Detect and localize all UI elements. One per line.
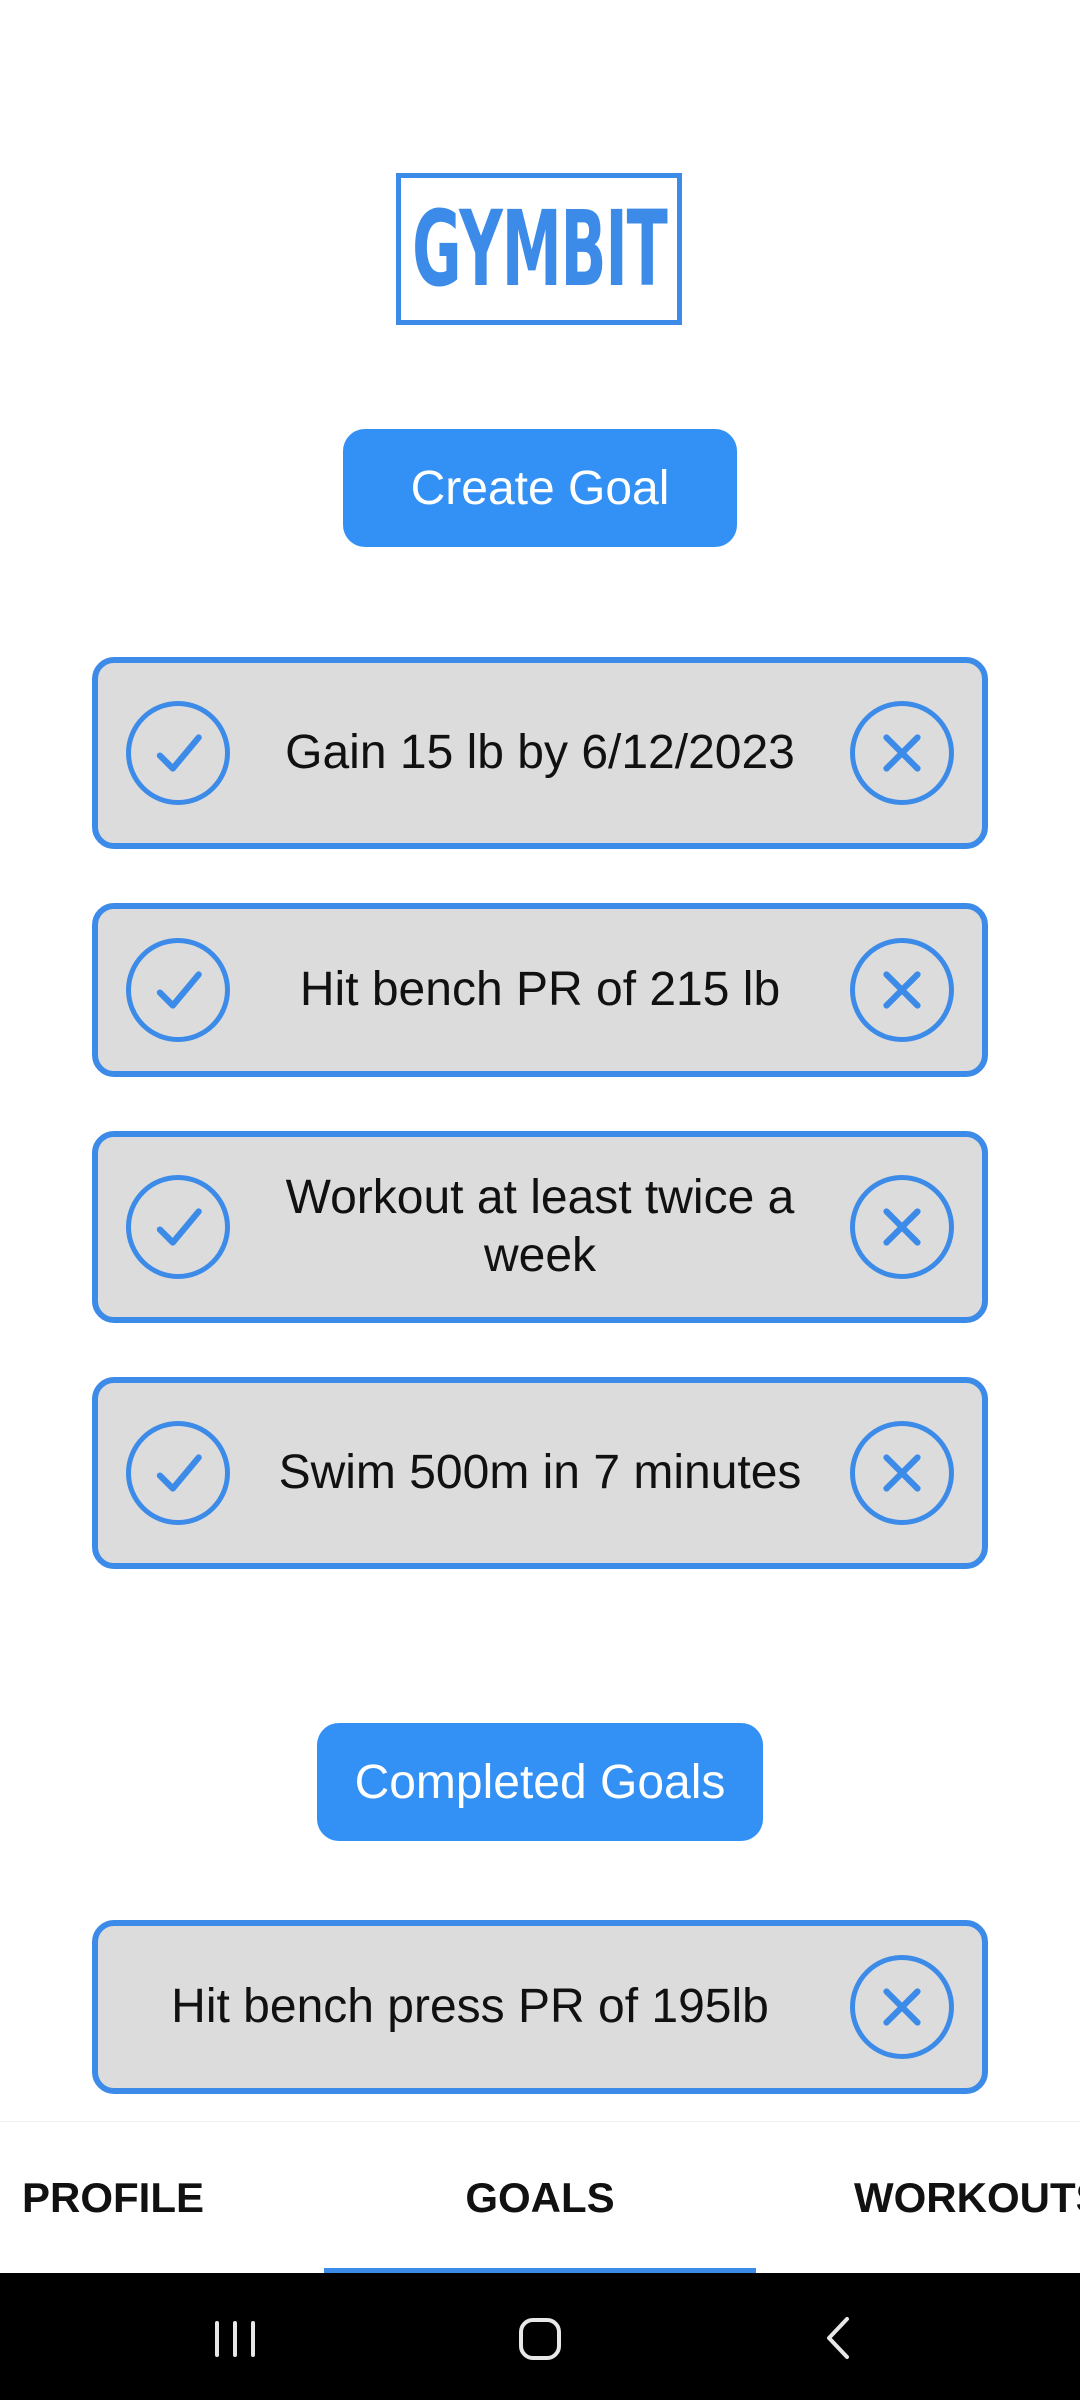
goal-card: Gain 15 lb by 6/12/2023 (92, 657, 988, 849)
close-icon (883, 1988, 921, 2026)
back-icon[interactable] (805, 2303, 875, 2373)
completed-goals-button[interactable]: Completed Goals (317, 1723, 763, 1841)
goal-card: Swim 500m in 7 minutes (92, 1377, 988, 1569)
app-logo: GYMBIT (396, 173, 682, 325)
logo-text: GYMBIT (411, 188, 668, 310)
goals-screen: GYMBIT Create Goal Gain 15 lb by 6/12/20… (0, 0, 1080, 2400)
check-icon (156, 971, 202, 1009)
completed-goal-text: Hit bench press PR of 195lb (171, 1980, 769, 2033)
goal-text: Gain 15 lb by 6/12/2023 (285, 726, 795, 779)
close-icon (883, 734, 921, 772)
close-icon (883, 971, 921, 1009)
delete-goal-button[interactable] (850, 938, 954, 1042)
complete-goal-button[interactable] (126, 1175, 230, 1279)
tab-workouts[interactable]: WORKOUTS (854, 2122, 1080, 2274)
goal-text: Swim 500m in 7 minutes (278, 1446, 802, 1499)
complete-goal-button[interactable] (126, 938, 230, 1042)
recents-icon[interactable] (200, 2303, 270, 2373)
delete-completed-goal-button[interactable] (850, 1955, 954, 2059)
check-icon (156, 1208, 202, 1246)
completed-goal-card: Hit bench press PR of 195lb (92, 1920, 988, 2094)
check-icon (156, 1454, 202, 1492)
complete-goal-button[interactable] (126, 1421, 230, 1525)
goal-card: Workout at least twice a week (92, 1131, 988, 1323)
goal-text: Workout at least twice a week (285, 1171, 795, 1282)
goal-card: Hit bench PR of 215 lb (92, 903, 988, 1077)
close-icon (883, 1208, 921, 1246)
check-icon (156, 734, 202, 772)
tab-goals[interactable]: GOALS (324, 2122, 756, 2274)
close-icon (883, 1454, 921, 1492)
delete-goal-button[interactable] (850, 1175, 954, 1279)
tab-profile[interactable]: PROFILE (22, 2122, 204, 2274)
create-goal-button[interactable]: Create Goal (343, 429, 737, 547)
home-icon[interactable] (505, 2303, 575, 2373)
goal-text: Hit bench PR of 215 lb (299, 963, 781, 1016)
delete-goal-button[interactable] (850, 701, 954, 805)
delete-goal-button[interactable] (850, 1421, 954, 1525)
complete-goal-button[interactable] (126, 701, 230, 805)
bottom-tab-bar: PROFILE GOALS WORKOUTS (0, 2121, 1080, 2274)
system-nav-bar (0, 2273, 1080, 2400)
